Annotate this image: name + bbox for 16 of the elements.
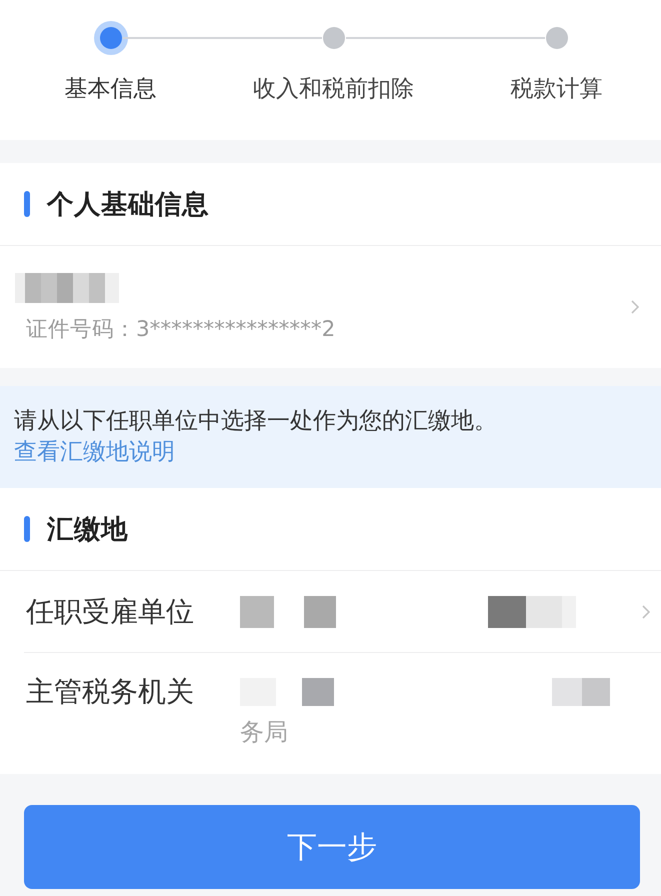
id-number-text: 证件号码：3****************2 xyxy=(26,316,336,344)
section-title: 个人基础信息 xyxy=(47,188,209,222)
section-marker-icon xyxy=(24,191,30,217)
chevron-right-icon[interactable] xyxy=(642,604,650,618)
next-step-button[interactable]: 下一步 xyxy=(24,805,640,889)
field-label: 主管税务机关 xyxy=(25,674,194,710)
step-label: 税款计算 xyxy=(510,75,602,104)
field-label: 任职受雇单位 xyxy=(25,594,194,630)
notice-text: 请从以下任职单位中选择一处作为您的汇缴地。 查看汇缴地说明 xyxy=(14,407,498,467)
section-title: 汇缴地 xyxy=(47,513,128,547)
chevron-right-icon[interactable] xyxy=(631,300,639,314)
step-label: 收入和税前扣除 xyxy=(253,75,414,104)
field-value: 务局 xyxy=(240,717,289,748)
step-label: 基本信息 xyxy=(64,75,156,104)
help-link[interactable]: 查看汇缴地说明 xyxy=(14,439,175,465)
section-marker-icon xyxy=(24,516,30,542)
